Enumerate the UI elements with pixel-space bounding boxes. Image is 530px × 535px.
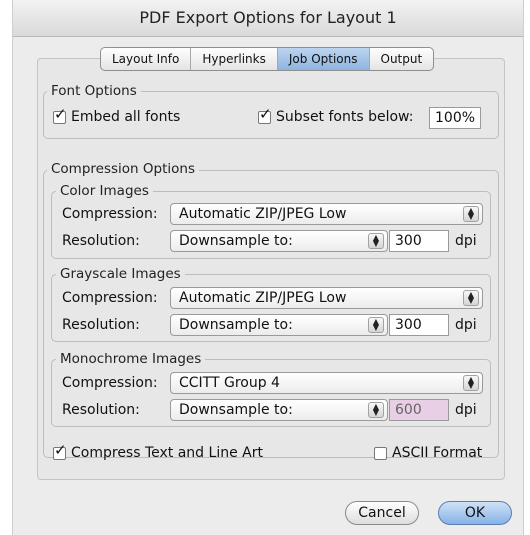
tab-hyperlinks[interactable]: Hyperlinks — [191, 48, 278, 70]
checkmark-icon: ✓ — [54, 440, 67, 459]
color-resolution-value: Downsample to: — [179, 233, 293, 249]
pdf-export-dialog: PDF Export Options for Layout 1 Layout I… — [12, 0, 524, 535]
color-compression-select[interactable]: Automatic ZIP/JPEG Low ▲ ▼ — [170, 203, 483, 225]
grayscale-dpi-input[interactable]: 300 — [389, 314, 449, 336]
window-title: PDF Export Options for Layout 1 — [13, 0, 523, 37]
monochrome-resolution-select[interactable]: Downsample to: ▲ ▼ — [170, 399, 388, 421]
tab-layout-info[interactable]: Layout Info — [101, 48, 192, 70]
monochrome-dpi-unit: dpi — [455, 402, 477, 418]
compression-options-title: Compression Options — [47, 161, 199, 177]
monochrome-compression-select[interactable]: CCITT Group 4 ▲ ▼ — [170, 372, 483, 394]
checkbox-box[interactable] — [374, 446, 387, 460]
monochrome-dpi-input[interactable]: 600 — [389, 399, 449, 421]
grayscale-compression-select[interactable]: Automatic ZIP/JPEG Low ▲ ▼ — [170, 287, 483, 309]
color-resolution-select[interactable]: Downsample to: ▲ ▼ — [170, 230, 388, 252]
cancel-button[interactable]: Cancel — [345, 501, 419, 525]
checkbox-box[interactable]: ✓ — [53, 106, 67, 124]
font-options-title: Font Options — [47, 83, 141, 99]
grayscale-resolution-select[interactable]: Downsample to: ▲ ▼ — [170, 314, 388, 336]
monochrome-images-title: Monochrome Images — [56, 351, 206, 367]
updown-arrows-icon: ▲ ▼ — [463, 206, 479, 222]
color-compression-value: Automatic ZIP/JPEG Low — [179, 206, 347, 222]
embed-all-fonts-label: Embed all fonts — [71, 109, 181, 125]
checkbox-box[interactable]: ✓ — [53, 442, 67, 460]
ascii-format-checkbox[interactable]: ASCII Format — [374, 445, 482, 461]
ascii-format-label: ASCII Format — [392, 445, 483, 461]
updown-arrows-icon: ▲ ▼ — [368, 233, 384, 249]
tab-output[interactable]: Output — [370, 48, 434, 70]
tab-job-options[interactable]: Job Options — [277, 48, 370, 70]
ok-button[interactable]: OK — [438, 501, 512, 525]
color-resolution-label: Resolution: — [62, 233, 140, 249]
checkbox-box[interactable]: ✓ — [258, 106, 272, 124]
updown-arrows-icon: ▲ ▼ — [368, 402, 384, 418]
color-images-title: Color Images — [56, 183, 153, 199]
tab-bar: Layout Info Hyperlinks Job Options Outpu… — [100, 47, 435, 71]
color-dpi-input[interactable]: 300 — [389, 230, 449, 252]
compress-text-label: Compress Text and Line Art — [71, 445, 263, 461]
checkmark-icon: ✓ — [259, 104, 272, 123]
subset-fonts-checkbox[interactable]: ✓ Subset fonts below: — [258, 106, 414, 125]
monochrome-resolution-label: Resolution: — [62, 402, 140, 418]
monochrome-compression-label: Compression: — [62, 375, 158, 391]
compress-text-checkbox[interactable]: ✓ Compress Text and Line Art — [53, 442, 263, 461]
color-dpi-unit: dpi — [455, 233, 477, 249]
subset-fonts-label: Subset fonts below: — [276, 109, 414, 125]
grayscale-compression-label: Compression: — [62, 290, 158, 306]
updown-arrows-icon: ▲ ▼ — [368, 317, 384, 333]
updown-arrows-icon: ▲ ▼ — [463, 290, 479, 306]
embed-all-fonts-checkbox[interactable]: ✓ Embed all fonts — [53, 106, 181, 125]
grayscale-resolution-value: Downsample to: — [179, 317, 293, 333]
grayscale-resolution-label: Resolution: — [62, 317, 140, 333]
monochrome-compression-value: CCITT Group 4 — [179, 375, 280, 391]
subset-fonts-percent-input[interactable]: 100% — [429, 107, 481, 129]
updown-arrows-icon: ▲ ▼ — [463, 375, 479, 391]
color-compression-label: Compression: — [62, 206, 158, 222]
monochrome-resolution-value: Downsample to: — [179, 402, 293, 418]
checkmark-icon: ✓ — [54, 104, 67, 123]
grayscale-compression-value: Automatic ZIP/JPEG Low — [179, 290, 347, 306]
grayscale-dpi-unit: dpi — [455, 317, 477, 333]
grayscale-images-title: Grayscale Images — [56, 266, 185, 282]
